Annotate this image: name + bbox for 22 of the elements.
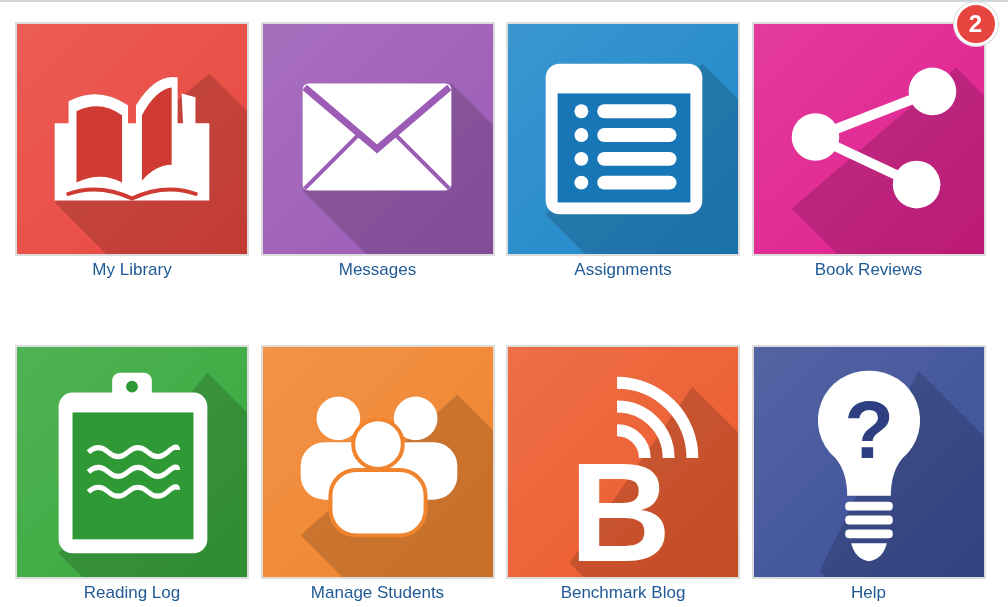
clipboard-icon [58,372,208,554]
share-icon [791,67,956,209]
people-icon [300,396,457,538]
tile-label-link[interactable]: Book Reviews [814,258,923,282]
list-icon [545,63,703,215]
tile-label-link[interactable]: My Library [92,258,172,282]
app-tile[interactable] [15,22,249,256]
tile-label-link[interactable]: Help [851,581,886,605]
tile-label-link[interactable]: Messages [338,258,417,282]
app-tile[interactable] [260,345,495,579]
app-tile[interactable] [260,22,495,256]
tile-label-link[interactable]: Manage Students [310,581,445,605]
tile-label-link[interactable]: Reading Log [83,581,181,605]
tile-label-link[interactable]: Assignments [574,258,672,282]
tile-label-link[interactable]: Benchmark Blog [560,581,686,605]
app-tile[interactable] [15,345,249,579]
app-tile[interactable]: ? [751,345,986,579]
notification-badge: 2 [953,2,998,46]
open-book-icon [54,77,210,201]
envelope-icon [301,83,452,191]
app-tile[interactable] [506,22,740,256]
app-tile[interactable]: B [506,345,740,579]
